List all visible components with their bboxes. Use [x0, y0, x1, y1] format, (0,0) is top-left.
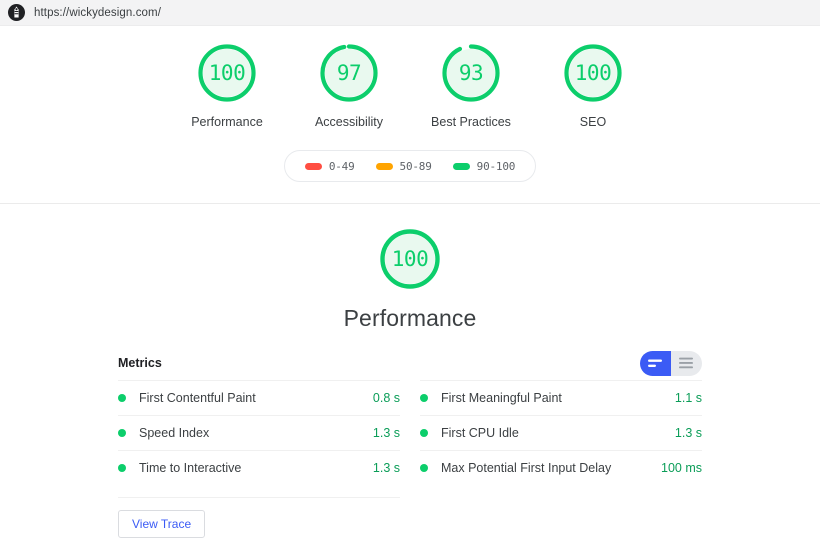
gauge-score-performance: 100	[208, 61, 246, 85]
legend-label-pass: 90-100	[476, 159, 516, 173]
gauge-score-best-practices: 93	[458, 61, 484, 85]
page-url: https://wickydesign.com/	[34, 6, 162, 19]
metric-status-dot	[118, 464, 126, 472]
metric-row[interactable]: Time to Interactive 1.3 s	[118, 450, 400, 485]
metric-row[interactable]: Speed Index 1.3 s	[118, 415, 400, 450]
metric-status-dot	[118, 429, 126, 437]
metric-row[interactable]: First CPU Idle 1.3 s	[420, 415, 702, 450]
category-title: Performance	[343, 305, 477, 331]
legend-swatch-average	[375, 162, 393, 170]
metric-status-dot	[420, 394, 428, 402]
metric-status-dot	[118, 394, 126, 402]
metric-value: 1.3 s	[674, 426, 702, 440]
metrics-column-right: First Meaningful Paint 1.1 s First CPU I…	[420, 380, 702, 538]
url-bar: https://wickydesign.com/	[0, 0, 820, 26]
gauge-ring-performance: 100	[196, 42, 258, 104]
metric-row[interactable]: Max Potential First Input Delay 100 ms	[420, 450, 702, 485]
metrics-column-left: First Contentful Paint 0.8 s Speed Index…	[118, 380, 400, 538]
score-legend: 0-49 50-89 90-100	[283, 150, 537, 182]
metric-value: 0.8 s	[372, 391, 400, 405]
metrics-block: Metrics First Contentful Paint 0.8 s Spe…	[118, 350, 702, 538]
metric-status-dot	[420, 429, 428, 437]
gauge-score-accessibility: 97	[336, 61, 362, 85]
gauge-score-seo: 100	[574, 61, 612, 85]
metrics-grid: First Contentful Paint 0.8 s Speed Index…	[118, 380, 702, 538]
gauge-best-practices[interactable]: 93 Best Practices	[421, 42, 521, 130]
category-score: 100	[391, 247, 429, 271]
metric-value: 100 ms	[661, 461, 702, 475]
legend-label-average: 50-89	[399, 159, 432, 173]
metrics-view-toggle[interactable]	[640, 350, 702, 376]
gauge-label-seo: SEO	[579, 115, 607, 129]
metrics-header: Metrics	[118, 350, 702, 376]
metric-row[interactable]: First Meaningful Paint 1.1 s	[420, 380, 702, 415]
legend-label-fail: 0-49	[328, 159, 355, 173]
expanded-view-icon[interactable]	[671, 350, 702, 376]
metric-row[interactable]: First Contentful Paint 0.8 s	[118, 380, 400, 415]
lighthouse-logo	[8, 4, 25, 21]
legend-item-average: 50-89	[375, 159, 432, 173]
metric-name: Time to Interactive	[139, 461, 242, 475]
score-legend-row: 0-49 50-89 90-100	[0, 150, 820, 182]
metric-status-dot	[420, 464, 428, 472]
legend-item-fail: 0-49	[304, 159, 355, 173]
category-header: 100 Performance	[0, 227, 820, 332]
view-trace-row: View Trace	[118, 497, 400, 538]
gauge-performance[interactable]: 100 Performance	[177, 42, 277, 130]
metric-name: First Meaningful Paint	[441, 391, 562, 405]
legend-swatch-pass	[452, 162, 470, 170]
gauge-ring-best-practices: 93	[440, 42, 502, 104]
performance-category: 100 Performance Metrics First Contentful…	[0, 204, 820, 538]
metric-value: 1.1 s	[674, 391, 702, 405]
category-gauge: 100	[378, 227, 442, 291]
metric-value: 1.3 s	[372, 461, 400, 475]
gauge-ring-seo: 100	[562, 42, 624, 104]
metric-name: Max Potential First Input Delay	[441, 461, 612, 475]
legend-swatch-fail	[304, 162, 322, 170]
simple-view-icon[interactable]	[640, 350, 671, 376]
gauge-label-performance: Performance	[191, 115, 263, 129]
metrics-title: Metrics	[118, 356, 162, 370]
metric-name: First Contentful Paint	[139, 391, 256, 405]
metric-name: First CPU Idle	[441, 426, 519, 440]
summary-section: 100 Performance 97 Accessibility 93 Best…	[0, 26, 820, 204]
metric-value: 1.3 s	[372, 426, 400, 440]
gauge-accessibility[interactable]: 97 Accessibility	[299, 42, 399, 130]
gauge-label-best-practices: Best Practices	[431, 115, 511, 129]
metric-name: Speed Index	[139, 426, 210, 440]
legend-item-pass: 90-100	[452, 159, 516, 173]
view-trace-button[interactable]: View Trace	[118, 510, 206, 538]
score-gauges: 100 Performance 97 Accessibility 93 Best…	[0, 42, 820, 130]
gauge-seo[interactable]: 100 SEO	[543, 42, 643, 130]
gauge-ring-accessibility: 97	[318, 42, 380, 104]
gauge-label-accessibility: Accessibility	[314, 115, 384, 129]
